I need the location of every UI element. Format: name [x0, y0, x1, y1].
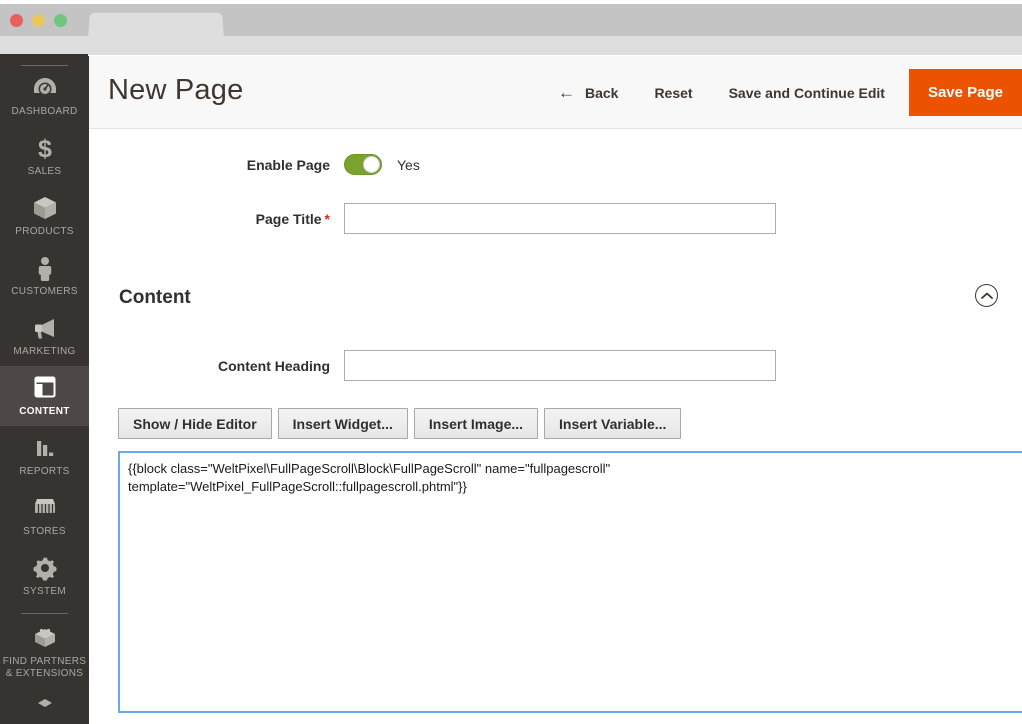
bar-chart-icon [2, 435, 87, 461]
sidebar-item-dashboard[interactable]: DASHBOARD [0, 66, 89, 126]
sidebar-item-label: SALES [2, 166, 87, 178]
close-window-button[interactable] [10, 14, 23, 27]
enable-page-toggle[interactable] [344, 154, 382, 175]
page-title: New Page [108, 74, 243, 107]
minimize-window-button[interactable] [32, 14, 45, 27]
sidebar-item-products[interactable]: PRODUCTS [0, 186, 89, 246]
sidebar-item-label: STORES [2, 526, 87, 538]
content-heading-input[interactable] [344, 350, 776, 381]
content-heading-label: Content Heading [89, 358, 344, 374]
chevron-up-circle-icon[interactable] [975, 284, 998, 307]
sidebar-item-label-line2: & EXTENSIONS [6, 668, 84, 679]
sidebar-item-label: PRODUCTS [2, 226, 87, 238]
sidebar-item-partial[interactable] [0, 688, 89, 724]
page-title-row: Page Title* [89, 203, 1022, 234]
sidebar-item-customers[interactable]: CUSTOMERS [0, 246, 89, 306]
enable-page-state-text: Yes [397, 157, 420, 173]
browser-chrome [0, 0, 1022, 56]
browser-titlebar [0, 4, 1022, 40]
page-title-label: Page Title* [89, 211, 344, 227]
sidebar-item-stores[interactable]: STORES [0, 486, 89, 546]
page-title-input[interactable] [344, 203, 776, 234]
sidebar-item-reports[interactable]: REPORTS [0, 426, 89, 486]
window-traffic-lights [10, 14, 67, 27]
extension-block-icon [2, 625, 87, 651]
insert-widget-button[interactable]: Insert Widget... [278, 408, 408, 439]
dollar-sign-icon: $ [2, 135, 87, 161]
sidebar-item-label: CONTENT [2, 406, 87, 418]
sidebar-divider-bottom [21, 613, 68, 614]
sidebar-item-label-line1: FIND PARTNERS [3, 656, 87, 667]
sidebar-item-label: MARKETING [2, 346, 87, 358]
enable-page-row: Enable Page Yes [89, 154, 1022, 175]
person-icon [2, 255, 87, 281]
save-page-label: Save Page [928, 84, 1003, 101]
main-content: New Page ← Back Reset Save and Continue … [89, 56, 1022, 724]
save-and-continue-edit-button[interactable]: Save and Continue Edit [711, 56, 903, 129]
sidebar-item-marketing[interactable]: MARKETING [0, 306, 89, 366]
sidebar-item-label: CUSTOMERS [2, 286, 87, 298]
toggle-knob [363, 156, 380, 173]
insert-variable-button[interactable]: Insert Variable... [544, 408, 681, 439]
back-button[interactable]: ← Back [540, 56, 636, 129]
admin-sidebar: DASHBOARD $ SALES PRODUCTS CUSTOMERS MAR… [0, 56, 89, 724]
page-header: New Page ← Back Reset Save and Continue … [89, 56, 1022, 129]
layout-icon [2, 375, 87, 401]
arrow-left-icon: ← [558, 84, 575, 101]
page-title-label-text: Page Title [256, 211, 322, 227]
content-editor-textarea[interactable]: {{block class="WeltPixel\FullPageScroll\… [118, 451, 1022, 713]
header-actions: ← Back Reset Save and Continue Edit Save… [540, 56, 1022, 129]
content-section-title: Content [119, 287, 191, 308]
gear-icon [2, 555, 87, 581]
dashboard-gauge-icon [2, 75, 87, 101]
enable-page-label: Enable Page [89, 157, 344, 173]
required-marker: * [325, 211, 330, 227]
sidebar-item-label: REPORTS [2, 466, 87, 478]
editor-toolbar: Show / Hide Editor Insert Widget... Inse… [89, 408, 1022, 439]
sidebar-item-label: DASHBOARD [2, 106, 87, 118]
insert-image-button[interactable]: Insert Image... [414, 408, 538, 439]
content-section-header: Content [89, 280, 1022, 320]
back-button-label: Back [585, 85, 618, 101]
storefront-icon [2, 495, 87, 521]
page-form: Enable Page Yes Page Title* Content [89, 154, 1022, 718]
content-heading-row: Content Heading [89, 350, 1022, 381]
sidebar-item-label: SYSTEM [2, 586, 87, 598]
content-editor-wrap: {{block class="WeltPixel\FullPageScroll\… [89, 451, 1022, 718]
box-icon [2, 195, 87, 221]
save-page-button[interactable]: Save Page [909, 69, 1022, 116]
reset-button[interactable]: Reset [636, 56, 710, 129]
save-continue-label: Save and Continue Edit [729, 85, 885, 101]
admin-app: DASHBOARD $ SALES PRODUCTS CUSTOMERS MAR… [0, 56, 1022, 724]
show-hide-editor-button[interactable]: Show / Hide Editor [118, 408, 272, 439]
partial-icon [2, 697, 87, 723]
svg-text:$: $ [38, 135, 52, 161]
reset-button-label: Reset [654, 85, 692, 101]
sidebar-item-label: FIND PARTNERS & EXTENSIONS [2, 656, 87, 680]
sidebar-item-sales[interactable]: $ SALES [0, 126, 89, 186]
megaphone-icon [2, 315, 87, 341]
sidebar-item-content[interactable]: CONTENT [0, 366, 89, 426]
sidebar-item-system[interactable]: SYSTEM [0, 546, 89, 606]
sidebar-item-find-partners-extensions[interactable]: FIND PARTNERS & EXTENSIONS [0, 616, 89, 688]
browser-toolbar [0, 36, 1022, 55]
maximize-window-button[interactable] [54, 14, 67, 27]
